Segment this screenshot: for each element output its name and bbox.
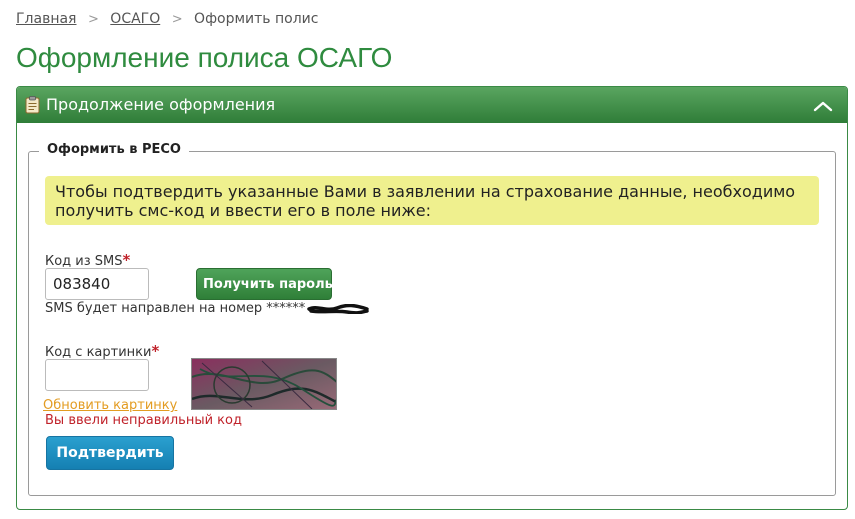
confirm-button[interactable]: Подтвердить bbox=[46, 436, 174, 470]
breadcrumb-current: Оформить полис bbox=[194, 11, 319, 27]
clipboard-icon bbox=[25, 96, 40, 114]
refresh-captcha-link[interactable]: Обновить картинку bbox=[43, 398, 177, 413]
continue-panel: Продолжение оформления Оформить в РЕСО Ч… bbox=[16, 86, 848, 510]
sms-code-label: Код из SMS* bbox=[45, 251, 130, 269]
breadcrumb-separator-icon: > bbox=[171, 12, 183, 27]
breadcrumb: Главная > ОСАГО > Оформить полис bbox=[16, 11, 318, 27]
fieldset-legend: Оформить в РЕСО bbox=[39, 142, 189, 157]
sms-notice: Чтобы подтвердить указанные Вами в заявл… bbox=[45, 176, 819, 225]
captcha-code-label-text: Код с картинки bbox=[45, 345, 152, 360]
breadcrumb-link-home[interactable]: Главная bbox=[16, 11, 76, 27]
breadcrumb-separator-icon: > bbox=[87, 12, 99, 27]
captcha-noise-graphic bbox=[192, 359, 336, 409]
captcha-code-input[interactable] bbox=[45, 359, 149, 391]
chevron-up-icon[interactable] bbox=[813, 100, 833, 112]
page-title: Оформление полиса ОСАГО bbox=[16, 42, 393, 73]
captcha-code-label: Код с картинки* bbox=[45, 342, 159, 360]
panel-header[interactable]: Продолжение оформления bbox=[17, 87, 847, 123]
captcha-image bbox=[191, 358, 337, 410]
captcha-error-message: Вы ввели неправильный код bbox=[45, 413, 242, 428]
required-mark: * bbox=[151, 342, 160, 360]
get-password-button[interactable]: Получить пароль bbox=[196, 268, 333, 300]
reso-fieldset: Оформить в РЕСО Чтобы подтвердить указан… bbox=[28, 142, 836, 496]
required-mark: * bbox=[122, 251, 131, 269]
redacted-scribble bbox=[307, 304, 369, 314]
sms-code-label-text: Код из SMS bbox=[45, 254, 123, 269]
breadcrumb-link-osago[interactable]: ОСАГО bbox=[110, 11, 160, 27]
sms-hint: SMS будет направлен на номер ****** bbox=[45, 301, 306, 316]
sms-code-input[interactable] bbox=[45, 268, 149, 300]
panel-title: Продолжение оформления bbox=[46, 95, 276, 114]
